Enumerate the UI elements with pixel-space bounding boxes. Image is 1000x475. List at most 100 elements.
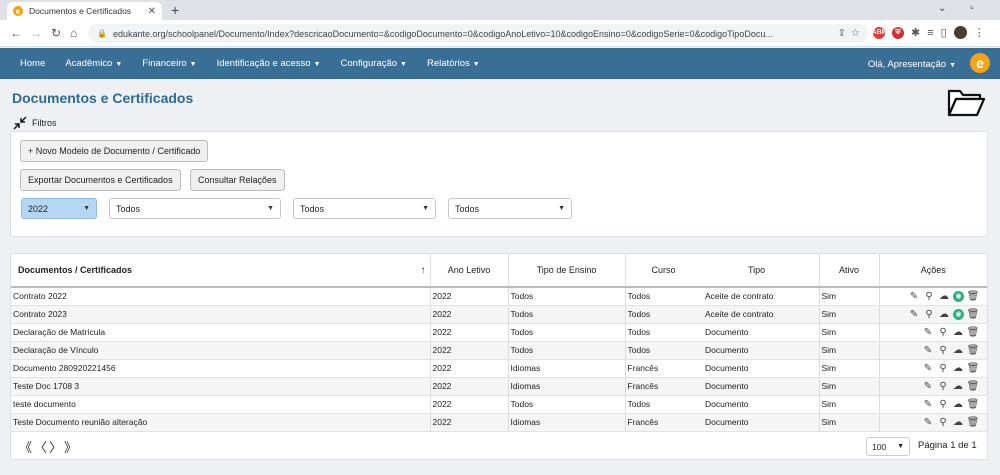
edit-icon[interactable]: ✎ [922,398,934,410]
nav-academico[interactable]: Acadêmico ▼ [65,58,122,69]
close-icon[interactable]: ✕ [148,6,156,17]
edit-icon[interactable]: ✎ [922,326,934,338]
nav-financeiro[interactable]: Financeiro ▼ [142,58,196,69]
first-page-icon[interactable]: 《 [19,437,32,456]
edit-icon[interactable]: ✎ [922,362,934,374]
reload-icon[interactable]: ↻ [51,26,61,40]
cell-ensino: Todos [508,287,626,306]
view-contract-icon[interactable]: ◉ [953,290,964,302]
search-icon[interactable]: ⚲ [923,290,935,302]
window-restore-icon[interactable]: ▫ [970,3,974,14]
year-select[interactable]: 2022 ▼ [21,198,97,219]
cloud-download-icon[interactable]: ☁ [952,416,964,428]
cell-ativo: Sim [819,377,880,396]
search-icon[interactable]: ⚲ [937,416,949,428]
new-tab-icon[interactable]: + [171,2,179,18]
search-icon[interactable]: ⚲ [937,398,949,410]
nav-relatorios[interactable]: Relatórios ▼ [427,58,480,69]
view-contract-icon[interactable]: ◉ [953,308,964,320]
trash-icon[interactable]: 🗑 [967,362,980,374]
cell-ensino: Idiomas [508,413,626,432]
cloud-download-icon[interactable]: ☁ [952,398,964,410]
search-icon[interactable]: ⚲ [937,344,949,356]
bookmark-star-icon[interactable]: ☆ [851,28,860,39]
cloud-download-icon[interactable]: ☁ [938,290,950,302]
trash-icon[interactable]: 🗑 [967,416,980,428]
cloud-download-icon[interactable]: ☁ [938,308,950,320]
cell-ano: 2022 [430,305,509,324]
ensino-select[interactable]: Todos ▼ [109,198,281,219]
column-header-ano[interactable]: Ano Letivo [430,254,509,288]
trash-icon[interactable]: 🗑 [967,290,980,302]
main-navbar: Home Acadêmico ▼ Financeiro ▼ Identificaçã… [0,48,1000,79]
trash-icon[interactable]: 🗑 [967,380,980,392]
cell-acoes: ✎ ⚲ ☁ 🗑 [879,413,987,432]
table-header-row: Documentos / Certificados ↑ Ano Letivo Ti… [11,254,987,288]
cloud-download-icon[interactable]: ☁ [952,380,964,392]
column-header-documento[interactable]: Documentos / Certificados ↑ [11,254,431,288]
search-icon[interactable]: ⚲ [937,380,949,392]
serie-select[interactable]: Todos ▼ [293,198,436,219]
cell-ativo: Sim [819,395,880,414]
share-icon[interactable]: ⇪ [838,28,846,39]
user-menu[interactable]: Olá, Apresentação ▼ [868,59,956,70]
edit-icon[interactable]: ✎ [922,344,934,356]
menu-dots-icon[interactable]: ⋮ [974,26,985,39]
prev-page-icon[interactable]: 〈 [34,437,47,456]
nav-home[interactable]: Home [20,58,45,69]
search-icon[interactable]: ⚲ [923,308,935,320]
edit-icon[interactable]: ✎ [922,416,934,428]
search-icon[interactable]: ⚲ [937,362,949,374]
home-icon[interactable]: ⌂ [70,26,77,40]
last-page-icon[interactable]: 》 [64,437,77,456]
search-icon[interactable]: ⚲ [937,326,949,338]
cell-acoes: ✎ ⚲ ☁ 🗑 [879,359,987,378]
trash-icon[interactable]: 🗑 [967,308,980,320]
back-icon[interactable]: ← [10,26,22,40]
cell-ensino: Idiomas [508,359,626,378]
tipo-select[interactable]: Todos ▼ [448,198,572,219]
trash-icon[interactable]: 🗑 [967,344,980,356]
collapse-arrows-icon [13,116,27,130]
forward-icon[interactable]: → [30,26,42,40]
new-document-model-button[interactable]: + Novo Modelo de Documento / Certificado [20,140,209,162]
cell-ensino: Todos [508,341,626,360]
nav-configuracao[interactable]: Configuração ▼ [341,58,407,69]
cell-acoes: ✎ ⚲ ☁ 🗑 [879,377,987,396]
trash-icon[interactable]: 🗑 [967,398,980,410]
chevron-down-icon: ▼ [897,443,904,450]
cell-curso: Todos [625,341,703,360]
cell-tipo: Aceite de contrato [703,305,820,324]
edit-icon[interactable]: ✎ [908,308,920,320]
filters-toggle[interactable]: Filtros [12,116,57,130]
nav-identificacao[interactable]: Identificação e acesso ▼ [217,58,321,69]
trash-icon[interactable]: 🗑 [967,326,980,338]
side-panel-icon[interactable]: ▯ [941,26,947,39]
consult-relations-button[interactable]: Consultar Relações [190,169,285,191]
browser-tab[interactable]: e Documentos e Certificados ✕ [7,2,162,20]
shield-extension-icon[interactable]: ⛨ [892,26,904,39]
puzzle-extensions-icon[interactable]: ✱ [911,26,920,39]
profile-avatar[interactable] [953,26,967,39]
next-page-icon[interactable]: 〉 [49,437,62,456]
export-documents-button[interactable]: Exportar Documentos e Certificados [20,169,181,191]
cell-curso: Todos [625,287,703,306]
column-header-curso[interactable]: Curso [625,254,703,288]
column-header-ativo[interactable]: Ativo [819,254,880,288]
cloud-download-icon[interactable]: ☁ [952,326,964,338]
column-header-ensino[interactable]: Tipo de Ensino [508,254,626,288]
edit-icon[interactable]: ✎ [908,290,920,302]
sort-arrow-icon[interactable]: ↑ [421,265,426,276]
media-control-icon[interactable]: ≡ [927,27,933,39]
adblock-icon[interactable]: ABP [872,26,886,39]
edit-icon[interactable]: ✎ [922,380,934,392]
tab-search-icon[interactable]: ⌄ [938,3,946,14]
per-page-select[interactable]: 100 ▼ [866,437,910,456]
address-bar[interactable]: 🔒 edukante.org/schoolpanel/Documento/Ind… [88,24,868,43]
caret-down-icon: ▼ [949,62,956,69]
column-header-documento-label: Documentos / Certificados [18,264,133,275]
cloud-download-icon[interactable]: ☁ [952,362,964,374]
cloud-download-icon[interactable]: ☁ [952,344,964,356]
table-row: Teste Doc 1708 3 2022 Idiomas Francês Docume… [11,377,987,396]
column-header-tipo[interactable]: Tipo [703,254,820,288]
